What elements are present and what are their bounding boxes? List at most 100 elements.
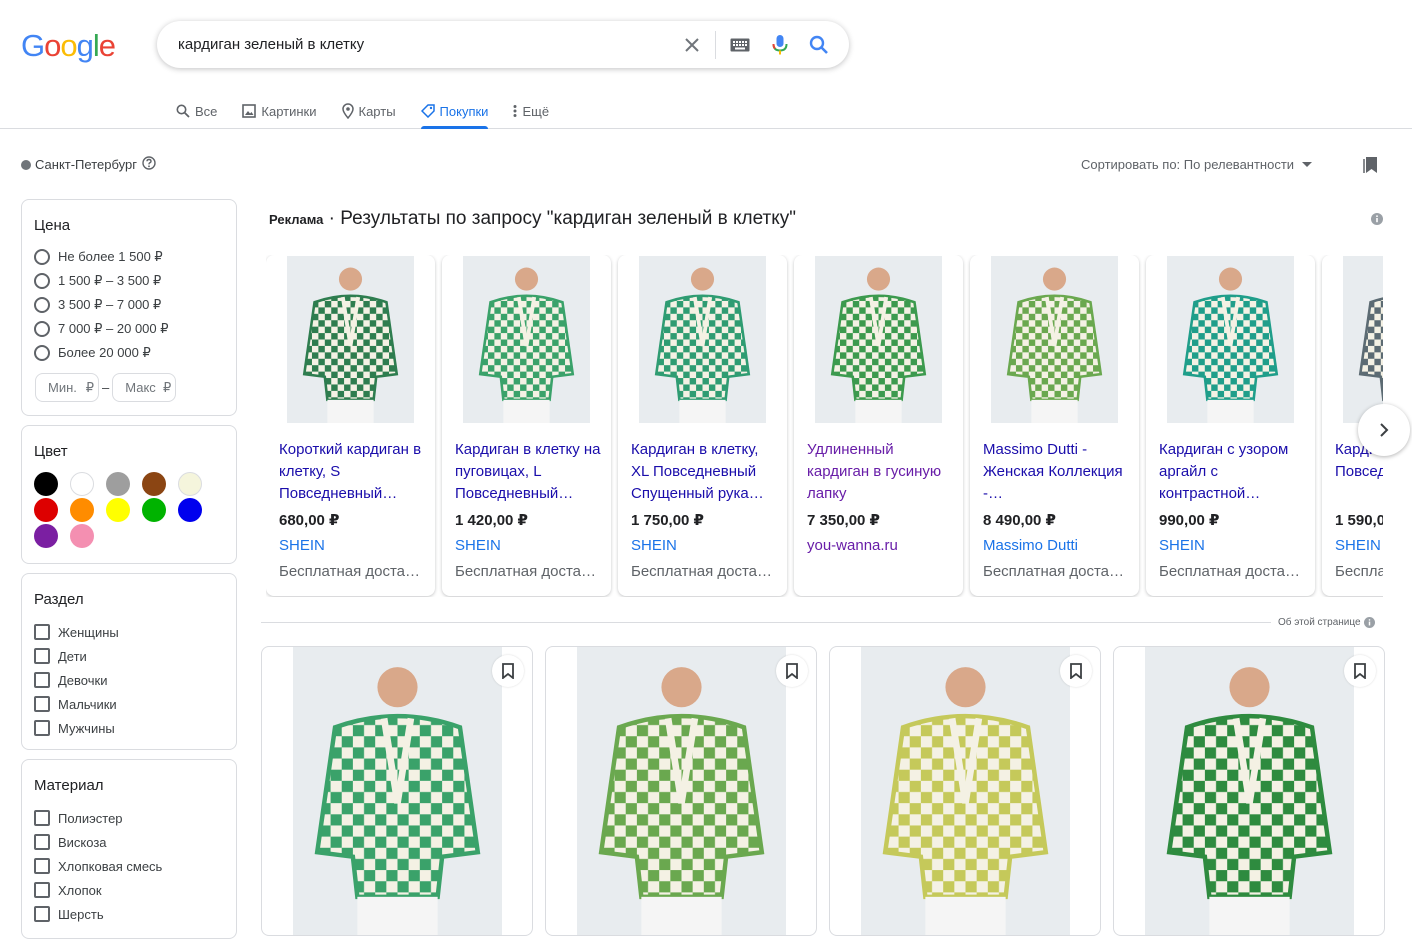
section-option[interactable]: Дети — [34, 644, 236, 668]
checkbox[interactable] — [34, 834, 50, 850]
section-option[interactable]: Женщины — [34, 620, 236, 644]
search-input[interactable]: кардиган зеленый в клетку — [178, 36, 364, 53]
ad-product-image[interactable] — [1342, 256, 1383, 423]
min-price-input[interactable]: Мин. ₽ — [35, 373, 99, 402]
carousel-next-button[interactable] — [1358, 404, 1410, 456]
price-option[interactable]: 3 500 ₽ – 7 000 ₽ — [34, 293, 236, 317]
ad-product-title[interactable]: Кардиган в клетку, XL Повседневный Спуще… — [631, 439, 779, 505]
material-option[interactable]: Вискоза — [34, 830, 236, 854]
ad-product-image[interactable] — [1166, 256, 1295, 423]
saved-collections-icon[interactable] — [1362, 156, 1380, 179]
ad-product-title[interactable]: Удлиненный кардиган в гусиную лапку — [807, 439, 955, 505]
product-image[interactable] — [569, 647, 794, 935]
color-swatch[interactable] — [142, 498, 166, 522]
color-swatch[interactable] — [106, 498, 130, 522]
ad-product-image[interactable] — [286, 256, 415, 423]
color-swatch[interactable] — [178, 498, 202, 522]
google-logo[interactable]: Google — [21, 28, 116, 64]
tab-maps[interactable]: Карты — [341, 94, 396, 128]
section-option[interactable]: Девочки — [34, 668, 236, 692]
ad-seller[interactable]: SHEIN — [455, 537, 501, 554]
about-this-page[interactable]: Об этой странице — [1278, 617, 1375, 628]
price-option[interactable]: 1 500 ₽ – 3 500 ₽ — [34, 269, 236, 293]
radio-button[interactable] — [34, 297, 50, 313]
microphone-icon[interactable] — [767, 32, 793, 58]
max-price-input[interactable]: Макс ₽ — [112, 373, 177, 402]
color-swatch[interactable] — [70, 524, 94, 548]
radio-button[interactable] — [34, 273, 50, 289]
checkbox[interactable] — [34, 648, 50, 664]
ad-product-image[interactable] — [814, 256, 943, 423]
help-icon[interactable] — [142, 156, 156, 173]
material-option[interactable]: Шерсть — [34, 902, 236, 926]
info-icon[interactable] — [1371, 212, 1383, 230]
ad-product-title[interactable]: Кардиган с узором аргайл с контрастной… — [1159, 439, 1307, 505]
bookmark-icon[interactable] — [1344, 655, 1376, 687]
color-swatch[interactable] — [34, 472, 58, 496]
ad-product-title[interactable]: Massimo Dutti - Женская Коллекция -… — [983, 439, 1131, 505]
ad-product-image[interactable] — [638, 256, 767, 423]
material-option[interactable]: Хлопок — [34, 878, 236, 902]
location[interactable]: Санкт-Петербург — [21, 156, 156, 173]
ad-product-image[interactable] — [462, 256, 591, 423]
price-option[interactable]: 7 000 ₽ – 20 000 ₽ — [34, 317, 236, 341]
product-image[interactable] — [853, 647, 1078, 935]
price-option[interactable]: Не более 1 500 ₽ — [34, 245, 236, 269]
material-option[interactable]: Полиэстер — [34, 806, 236, 830]
color-swatch[interactable] — [106, 472, 130, 496]
ad-product-card[interactable]: Кардиган в клетку на пуговицах, L Повсед… — [442, 255, 611, 596]
radio-button[interactable] — [34, 321, 50, 337]
checkbox[interactable] — [34, 624, 50, 640]
checkbox[interactable] — [34, 810, 50, 826]
product-card[interactable] — [545, 646, 817, 936]
section-option[interactable]: Мужчины — [34, 716, 236, 740]
product-card[interactable] — [1113, 646, 1385, 936]
product-card[interactable] — [261, 646, 533, 936]
ad-seller[interactable]: Massimo Dutti — [983, 537, 1078, 554]
ad-product-title[interactable]: Короткий кардиган в клетку, S Повседневн… — [279, 439, 427, 505]
tab-more[interactable]: Ещё — [513, 94, 549, 128]
ad-product-card[interactable]: Кардиган в клетку, XL Повседневный Спуще… — [618, 255, 787, 596]
product-image[interactable] — [1137, 647, 1362, 935]
color-swatch[interactable] — [142, 472, 166, 496]
color-swatch[interactable] — [178, 472, 202, 496]
ad-seller[interactable]: SHEIN — [1335, 537, 1381, 554]
ad-product-card[interactable]: Короткий кардиган в клетку, S Повседневн… — [266, 255, 435, 596]
bookmark-icon[interactable] — [492, 655, 524, 687]
ad-product-title[interactable]: Кардиган в клетку на пуговицах, L Повсед… — [455, 439, 603, 505]
material-option[interactable]: Хлопковая смесь — [34, 854, 236, 878]
keyboard-icon[interactable] — [727, 32, 753, 58]
color-swatch[interactable] — [34, 524, 58, 548]
ad-product-card[interactable]: Massimo Dutti - Женская Коллекция -… 8 4… — [970, 255, 1139, 596]
checkbox[interactable] — [34, 672, 50, 688]
price-option[interactable]: Более 20 000 ₽ — [34, 341, 236, 365]
color-swatch[interactable] — [70, 472, 94, 496]
checkbox[interactable] — [34, 858, 50, 874]
radio-button[interactable] — [34, 345, 50, 361]
clear-icon[interactable] — [679, 32, 705, 58]
ad-seller[interactable]: SHEIN — [1159, 537, 1205, 554]
ad-product-card[interactable]: Кардиган с узором аргайл с контрастной… … — [1146, 255, 1315, 596]
search-icon[interactable] — [806, 32, 832, 58]
checkbox[interactable] — [34, 720, 50, 736]
checkbox[interactable] — [34, 882, 50, 898]
color-swatch[interactable] — [70, 498, 94, 522]
ad-product-card[interactable]: Удлиненный кардиган в гусиную лапку 7 35… — [794, 255, 963, 596]
ad-seller[interactable]: you-wanna.ru — [807, 537, 898, 554]
ad-product-image[interactable] — [990, 256, 1119, 423]
checkbox[interactable] — [34, 906, 50, 922]
bookmark-icon[interactable] — [776, 655, 808, 687]
checkbox[interactable] — [34, 696, 50, 712]
ad-seller[interactable]: SHEIN — [279, 537, 325, 554]
tab-all[interactable]: Все — [176, 94, 217, 128]
color-swatch[interactable] — [34, 498, 58, 522]
radio-button[interactable] — [34, 249, 50, 265]
tab-images[interactable]: Картинки — [242, 94, 317, 128]
bookmark-icon[interactable] — [1060, 655, 1092, 687]
product-card[interactable] — [829, 646, 1101, 936]
tab-shopping[interactable]: Покупки — [420, 94, 488, 129]
sort-dropdown[interactable]: Сортировать по: По релевантности — [1081, 157, 1313, 172]
section-option[interactable]: Мальчики — [34, 692, 236, 716]
product-image[interactable] — [285, 647, 510, 935]
ad-seller[interactable]: SHEIN — [631, 537, 677, 554]
